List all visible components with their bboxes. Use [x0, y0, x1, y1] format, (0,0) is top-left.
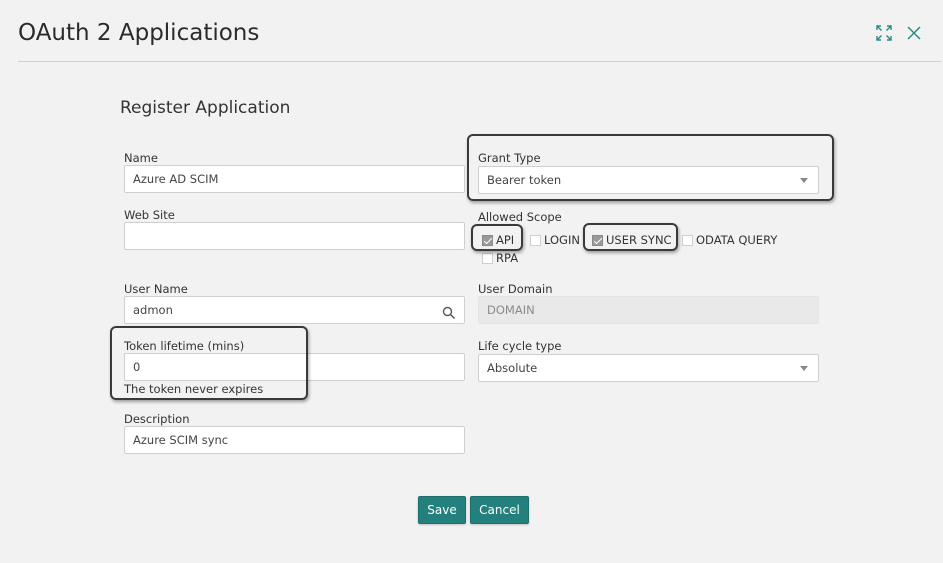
section-title: Register Application: [120, 98, 291, 118]
close-icon[interactable]: [905, 24, 923, 42]
name-label: Name: [124, 151, 158, 165]
description-input[interactable]: Azure SCIM sync: [124, 426, 465, 454]
chevron-down-icon: [800, 178, 808, 183]
scope-rpa[interactable]: RPA: [482, 251, 518, 265]
chevron-down-icon: [800, 366, 808, 371]
user-name-value: admon: [133, 303, 173, 317]
scope-user-sync-label: USER SYNC: [606, 233, 672, 247]
scope-rpa-label: RPA: [496, 251, 519, 265]
cancel-button[interactable]: Cancel: [470, 496, 529, 524]
grant-type-select[interactable]: Bearer token: [478, 166, 819, 194]
user-name-label: User Name: [124, 282, 188, 296]
token-lifetime-hint: The token never expires: [124, 382, 264, 396]
scope-api-label: API: [496, 233, 515, 247]
scope-api-checkbox[interactable]: [482, 234, 493, 246]
life-cycle-type-value: Absolute: [487, 361, 538, 375]
scope-odata-query-checkbox[interactable]: [682, 234, 693, 246]
description-label: Description: [124, 412, 190, 426]
user-domain-input: DOMAIN: [478, 296, 819, 324]
token-lifetime-input[interactable]: 0: [124, 353, 465, 381]
expand-icon[interactable]: [875, 24, 893, 42]
scope-rpa-checkbox[interactable]: [482, 252, 493, 264]
grant-type-label: Grant Type: [478, 151, 541, 165]
dialog-header-actions: [875, 24, 923, 42]
user-name-input[interactable]: admon: [124, 296, 465, 324]
scope-user-sync-checkbox[interactable]: [592, 234, 603, 246]
scope-api[interactable]: API: [482, 233, 514, 247]
scope-odata-query-label: ODATA QUERY: [696, 233, 778, 247]
scope-odata-query[interactable]: ODATA QUERY: [682, 233, 777, 247]
web-site-input[interactable]: [124, 222, 465, 250]
scope-login[interactable]: LOGIN: [530, 233, 580, 247]
allowed-scope-label: Allowed Scope: [478, 210, 562, 224]
name-input[interactable]: Azure AD SCIM: [124, 165, 465, 193]
scope-login-label: LOGIN: [544, 233, 580, 247]
search-icon[interactable]: [442, 303, 456, 319]
user-domain-label: User Domain: [478, 282, 553, 296]
scope-user-sync[interactable]: USER SYNC: [592, 233, 672, 247]
life-cycle-type-label: Life cycle type: [478, 339, 562, 353]
token-lifetime-label: Token lifetime (mins): [124, 339, 245, 353]
header-divider: [18, 61, 941, 62]
save-button[interactable]: Save: [418, 496, 466, 524]
web-site-label: Web Site: [124, 208, 175, 222]
dialog-title: OAuth 2 Applications: [18, 20, 260, 46]
life-cycle-type-select[interactable]: Absolute: [478, 354, 819, 382]
grant-type-value: Bearer token: [487, 173, 562, 187]
scope-login-checkbox[interactable]: [530, 234, 541, 246]
